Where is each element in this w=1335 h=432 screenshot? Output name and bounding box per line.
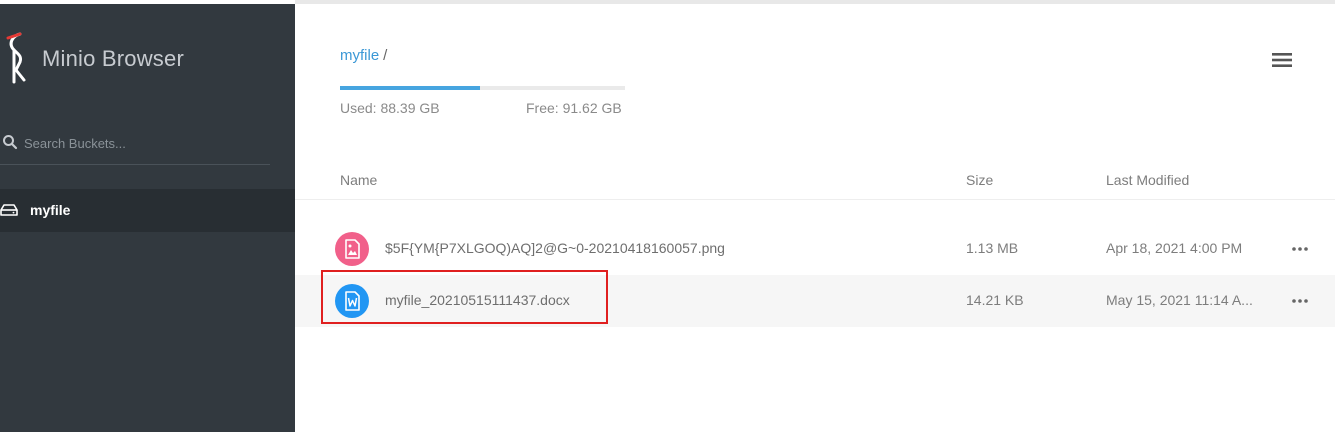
minio-logo-icon <box>6 32 26 84</box>
more-actions-icon[interactable] <box>1290 291 1310 311</box>
sidebar-item-myfile[interactable]: myfile <box>0 189 295 232</box>
search-icon <box>3 135 18 150</box>
file-name[interactable]: $5F{YM{P7XLGOQ)AQ]2@G~0-20210418160057.p… <box>385 240 725 256</box>
column-header-size[interactable]: Size <box>966 172 993 188</box>
word-doc-icon <box>335 284 369 318</box>
breadcrumb: myfile / <box>340 47 387 64</box>
hard-drive-icon <box>0 204 18 216</box>
bucket-search <box>0 126 270 165</box>
storage-usage-fill <box>340 86 480 90</box>
sidebar: Minio Browser myfile <box>0 0 295 432</box>
file-name[interactable]: myfile_20210515111437.docx <box>385 292 570 308</box>
search-buckets-input[interactable] <box>24 132 264 154</box>
more-actions-icon[interactable] <box>1290 239 1310 259</box>
file-last-modified: May 15, 2021 11:14 A... <box>1106 292 1253 308</box>
breadcrumb-separator: / <box>383 47 388 64</box>
column-header-name[interactable]: Name <box>340 172 377 188</box>
file-size: 1.13 MB <box>966 240 1019 256</box>
header-divider <box>295 199 1335 200</box>
file-row[interactable]: myfile_20210515111437.docx 14.21 KB May … <box>295 275 1335 327</box>
hamburger-menu-icon[interactable] <box>1272 52 1292 68</box>
column-header-last-modified[interactable]: Last Modified <box>1106 172 1189 188</box>
logo: Minio Browser <box>0 28 295 88</box>
breadcrumb-bucket-link[interactable]: myfile <box>340 47 379 64</box>
main-content: myfile / Used: 88.39 GB Free: 91.62 GB Na… <box>295 0 1335 432</box>
file-last-modified: Apr 18, 2021 4:00 PM <box>1106 240 1243 256</box>
brand-name: Minio Browser <box>42 46 184 71</box>
storage-usage-bar <box>340 86 625 90</box>
bucket-name: myfile <box>30 202 71 218</box>
file-row[interactable]: $5F{YM{P7XLGOQ)AQ]2@G~0-20210418160057.p… <box>295 223 1335 275</box>
storage-free: Free: 91.62 GB <box>526 100 622 116</box>
storage-used: Used: 88.39 GB <box>340 100 440 116</box>
file-size: 14.21 KB <box>966 292 1024 308</box>
image-file-icon <box>335 232 369 266</box>
